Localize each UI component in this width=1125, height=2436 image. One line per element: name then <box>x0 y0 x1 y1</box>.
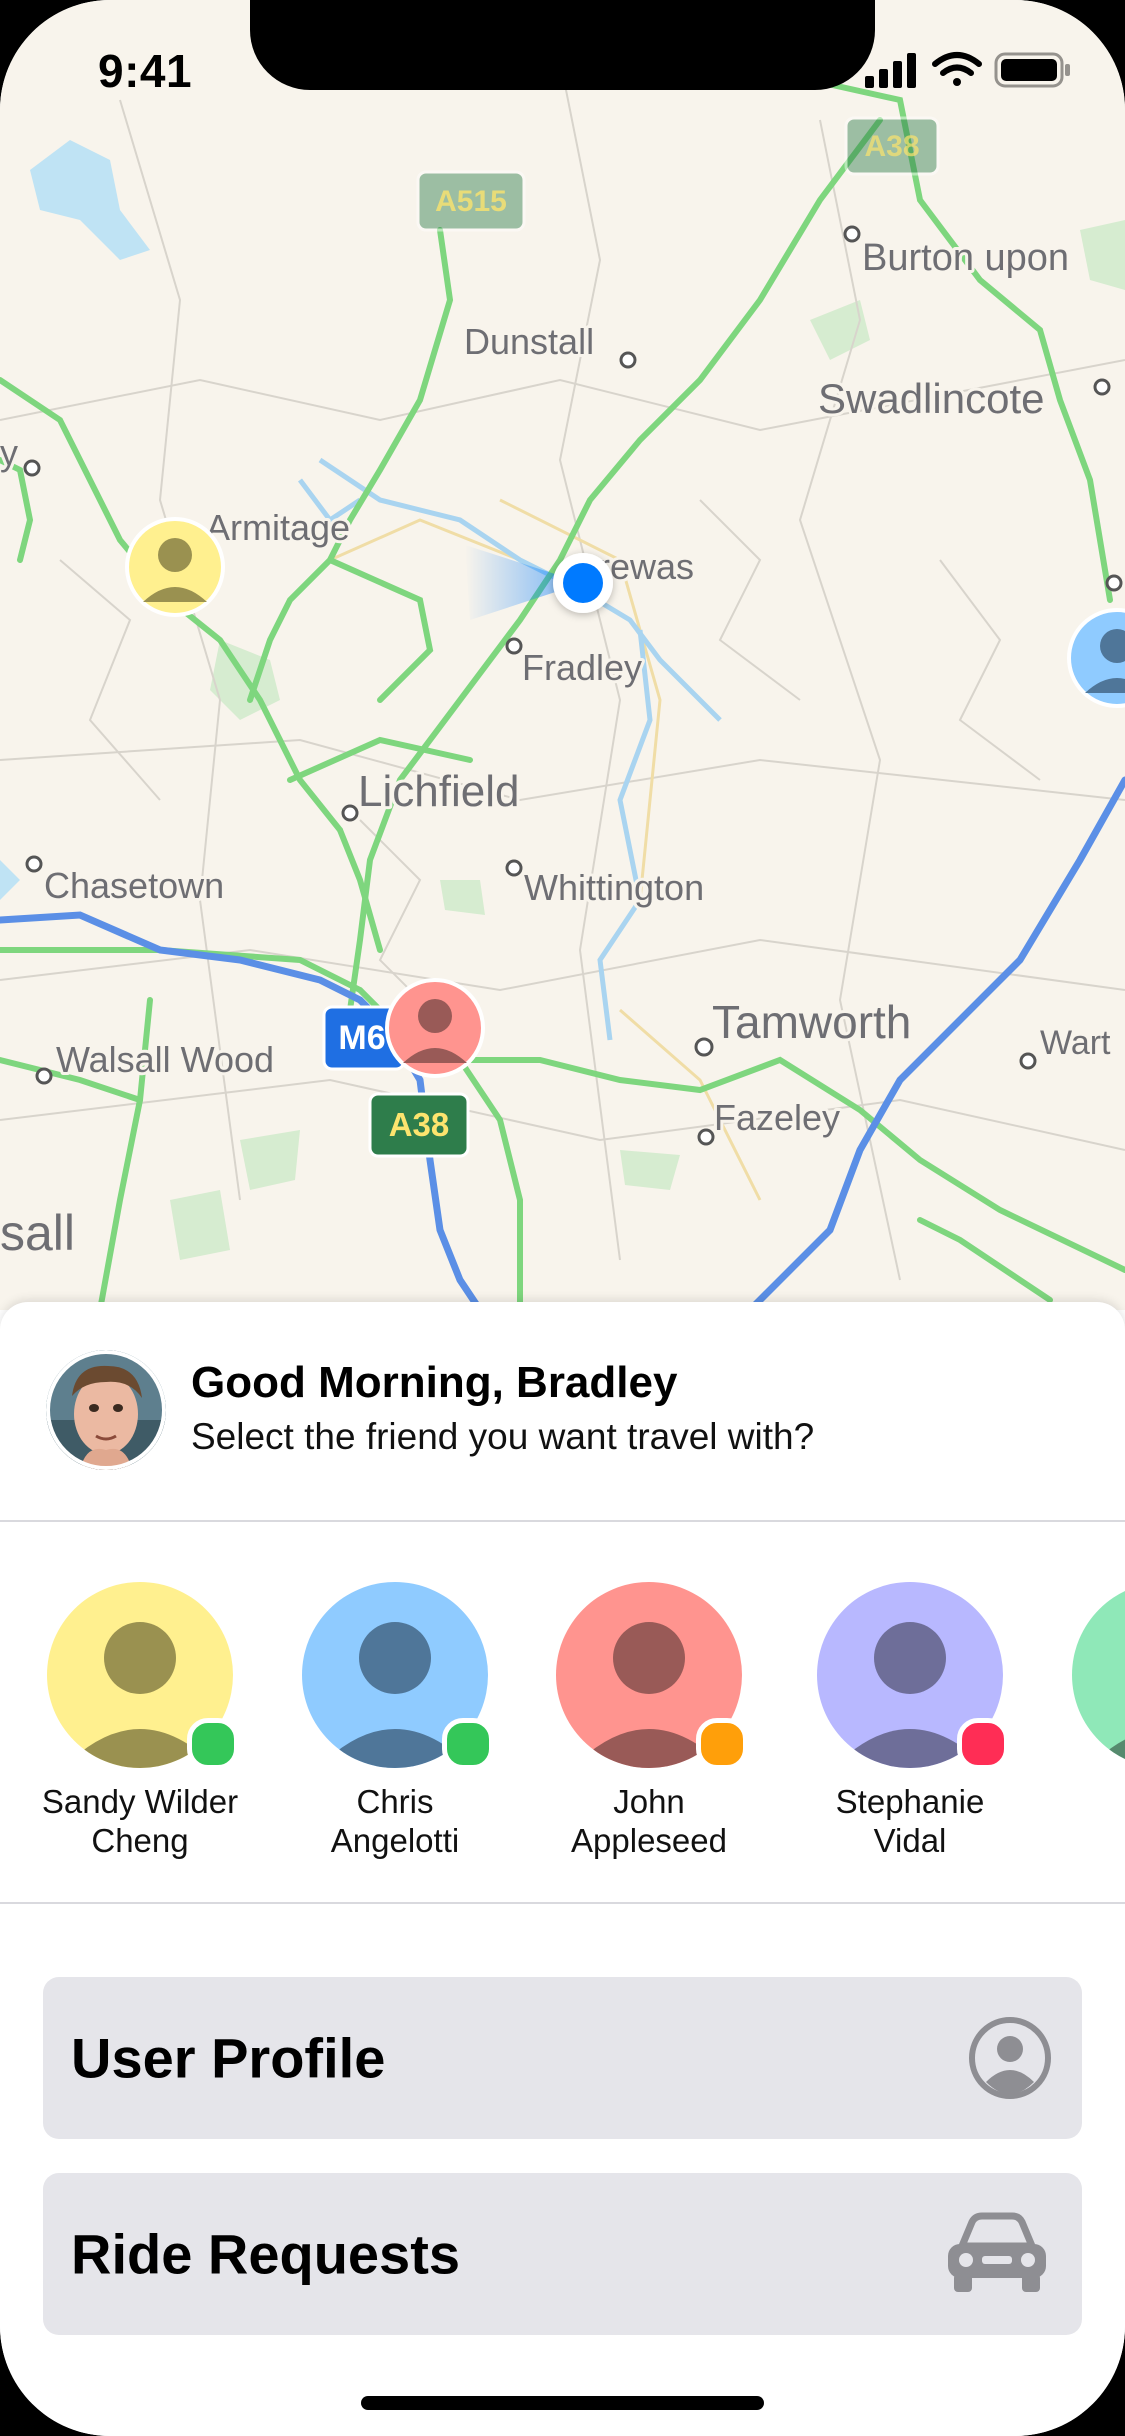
status-dot-online <box>187 1718 239 1770</box>
map-label-armitage: Armitage <box>206 507 350 548</box>
greeting-title: Good Morning, Bradley <box>191 1358 678 1407</box>
friend-avatar <box>1072 1582 1125 1768</box>
notch <box>250 0 875 90</box>
car-icon <box>948 2212 1046 2292</box>
status-dot-away <box>696 1718 748 1770</box>
friend-card-sandy[interactable]: Sandy Wilder Cheng <box>25 1522 255 1902</box>
map-friend-pin-sandy[interactable] <box>125 517 225 617</box>
map-view[interactable]: A38 A515 M6 A38 Burton upon Dunstall Swa… <box>0 0 1125 1310</box>
map-label-walsall: sall <box>0 1205 75 1261</box>
map-label-burton: Burton upon <box>862 237 1069 279</box>
friend-card-chris[interactable]: Chris Angelotti <box>280 1522 510 1902</box>
map-label-walsall-wood: Walsall Wood <box>56 1039 274 1080</box>
svg-text:A515: A515 <box>435 185 507 218</box>
greeting-header: Good Morning, Bradley Select the friend … <box>0 1302 1125 1522</box>
greeting-subtitle: Select the friend you want travel with? <box>191 1416 815 1457</box>
svg-text:A38: A38 <box>389 1106 450 1143</box>
status-time: 9:41 <box>98 45 193 97</box>
road-shield-a38-bottom: A38 <box>368 1092 470 1158</box>
phone-screen: A38 A515 M6 A38 Burton upon Dunstall Swa… <box>0 0 1125 2436</box>
ride-requests-label: Ride Requests <box>71 2222 460 2286</box>
friend-card-stephanie[interactable]: Stephanie Vidal <box>795 1522 1025 1902</box>
battery-icon <box>994 52 1070 88</box>
friend-name: Sandy Wilder Cheng <box>41 1783 239 1859</box>
road-shield-a515: A515 <box>416 170 526 232</box>
map-label-fazeley: Fazeley <box>714 1097 840 1138</box>
user-circle-icon <box>969 2017 1051 2099</box>
friend-name: Stephanie Vidal <box>835 1783 985 1859</box>
status-dot-online <box>442 1718 494 1770</box>
user-profile-button[interactable]: User Profile <box>43 1977 1082 2139</box>
map-label-chasetown: Chasetown <box>44 865 224 906</box>
friend-card-partial[interactable]: An <box>1050 1522 1125 1902</box>
svg-text:y: y <box>0 432 18 473</box>
friends-carousel[interactable]: Sandy Wilder Cheng Chris Angelotti John … <box>0 1522 1125 1904</box>
map-label-dunstall: Dunstall <box>464 321 594 362</box>
user-profile-label: User Profile <box>71 2026 386 2090</box>
status-dot-busy <box>957 1718 1009 1770</box>
friend-name: Chris Angelotti <box>330 1783 460 1859</box>
friend-name: John Appleseed <box>571 1783 727 1859</box>
map-label-tamworth: Tamworth <box>712 996 911 1048</box>
map-label-swadlincote: Swadlincote <box>818 375 1044 422</box>
friend-name: An <box>1030 1782 1125 1821</box>
map-label-wart: Wart <box>1040 1024 1111 1062</box>
friend-card-john[interactable]: John Appleseed <box>534 1522 764 1902</box>
map-label-lichfield: Lichfield <box>358 767 519 816</box>
map-friend-pin-john[interactable] <box>385 978 485 1078</box>
bottom-sheet: Good Morning, Bradley Select the friend … <box>0 1302 1125 2436</box>
map-label-whittington: Whittington <box>524 867 704 908</box>
user-avatar[interactable] <box>46 1350 166 1470</box>
status-bar: 9:41 <box>0 0 1125 140</box>
map-label-fradley: Fradley <box>522 647 642 688</box>
status-icons <box>865 52 1070 88</box>
cellular-signal-icon <box>865 53 916 88</box>
home-indicator[interactable] <box>361 2396 764 2410</box>
svg-text:M6: M6 <box>338 1019 385 1057</box>
ride-requests-button[interactable]: Ride Requests <box>43 2173 1082 2335</box>
wifi-icon <box>932 52 982 86</box>
